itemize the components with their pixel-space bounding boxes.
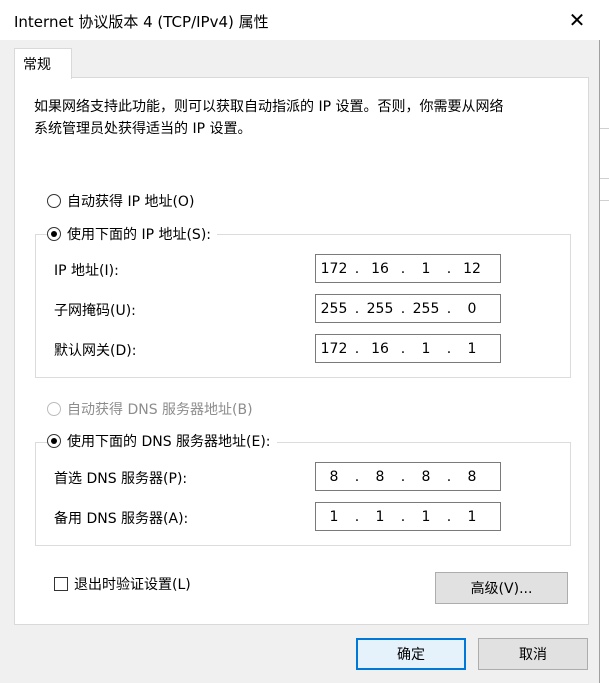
subnet-mask-label: 子网掩码(U): [54,303,136,319]
octet-2: 255 [366,300,394,317]
radio-selected-icon [47,434,61,448]
tab-general[interactable]: 常规 [14,48,72,79]
radio-manual-ip[interactable]: 使用下面的 IP 地址(S): [47,224,217,244]
background-window-edge [600,0,609,683]
default-gateway-input[interactable]: 172. 16. 1. 1 [315,334,501,363]
octet-3: 1 [421,340,431,357]
octet-2: 16 [371,340,389,357]
default-gateway-label: 默认网关(D): [54,343,137,359]
octet-4: 8 [467,468,477,485]
description-text: 如果网络支持此功能，则可以获取自动指派的 IP 设置。否则，你需要从网络 系统管… [34,96,554,140]
octet-4: 1 [467,340,477,357]
octet-4: 1 [467,508,477,525]
close-button[interactable]: ✕ [554,0,600,40]
radio-auto-ip[interactable]: 自动获得 IP 地址(O) [47,191,194,211]
tab-panel-general: 如果网络支持此功能，则可以获取自动指派的 IP 设置。否则，你需要从网络 系统管… [14,77,589,625]
alternate-dns-label: 备用 DNS 服务器(A): [54,511,189,527]
octet-2: 8 [375,468,385,485]
octet-1: 172 [320,260,348,277]
window-title: Internet 协议版本 4 (TCP/IPv4) 属性 [14,13,269,31]
radio-circle-icon [47,402,61,416]
octet-1: 172 [320,340,348,357]
alternate-dns-input[interactable]: 1. 1. 1. 1 [315,502,501,531]
radio-auto-ip-label: 自动获得 IP 地址(O) [67,194,195,210]
description-line-1: 如果网络支持此功能，则可以获取自动指派的 IP 设置。否则，你需要从网络 [34,99,504,115]
ok-button[interactable]: 确定 [356,638,466,670]
octet-2: 16 [371,260,389,277]
preferred-dns-input[interactable]: 8. 8. 8. 8 [315,462,501,491]
ip-address-label: IP 地址(I): [54,263,119,279]
tcpipv4-properties-dialog: Internet 协议版本 4 (TCP/IPv4) 属性 ✕ 常规 如果网络支… [0,0,600,683]
radio-manual-dns[interactable]: 使用下面的 DNS 服务器地址(E): [47,431,277,451]
octet-3: 8 [421,468,431,485]
checkbox-box-icon [54,577,68,591]
octet-1: 1 [329,508,339,525]
advanced-button[interactable]: 高级(V)... [435,572,568,604]
description-line-2: 系统管理员处获得适当的 IP 设置。 [34,121,252,137]
octet-4: 12 [463,260,481,277]
preferred-dns-label: 首选 DNS 服务器(P): [54,471,188,487]
octet-1: 8 [329,468,339,485]
radio-manual-dns-label: 使用下面的 DNS 服务器地址(E): [67,434,271,450]
radio-auto-dns[interactable]: 自动获得 DNS 服务器地址(B) [47,399,253,419]
octet-1: 255 [320,300,348,317]
subnet-mask-input[interactable]: 255. 255. 255. 0 [315,294,501,323]
cancel-button[interactable]: 取消 [478,638,588,670]
validate-on-exit-checkbox[interactable]: 退出时验证设置(L) [54,574,191,594]
octet-2: 1 [375,508,385,525]
radio-manual-ip-label: 使用下面的 IP 地址(S): [67,227,211,243]
radio-auto-dns-label: 自动获得 DNS 服务器地址(B) [67,402,253,418]
radio-selected-icon [47,227,61,241]
title-bar: Internet 协议版本 4 (TCP/IPv4) 属性 ✕ [0,0,600,40]
octet-3: 1 [421,260,431,277]
ip-address-input[interactable]: 172. 16. 1. 12 [315,254,501,283]
octet-3: 1 [421,508,431,525]
radio-circle-icon [47,194,61,208]
validate-on-exit-label: 退出时验证设置(L) [74,577,191,593]
octet-4: 0 [467,300,477,317]
close-icon: ✕ [568,8,586,32]
octet-3: 255 [412,300,440,317]
